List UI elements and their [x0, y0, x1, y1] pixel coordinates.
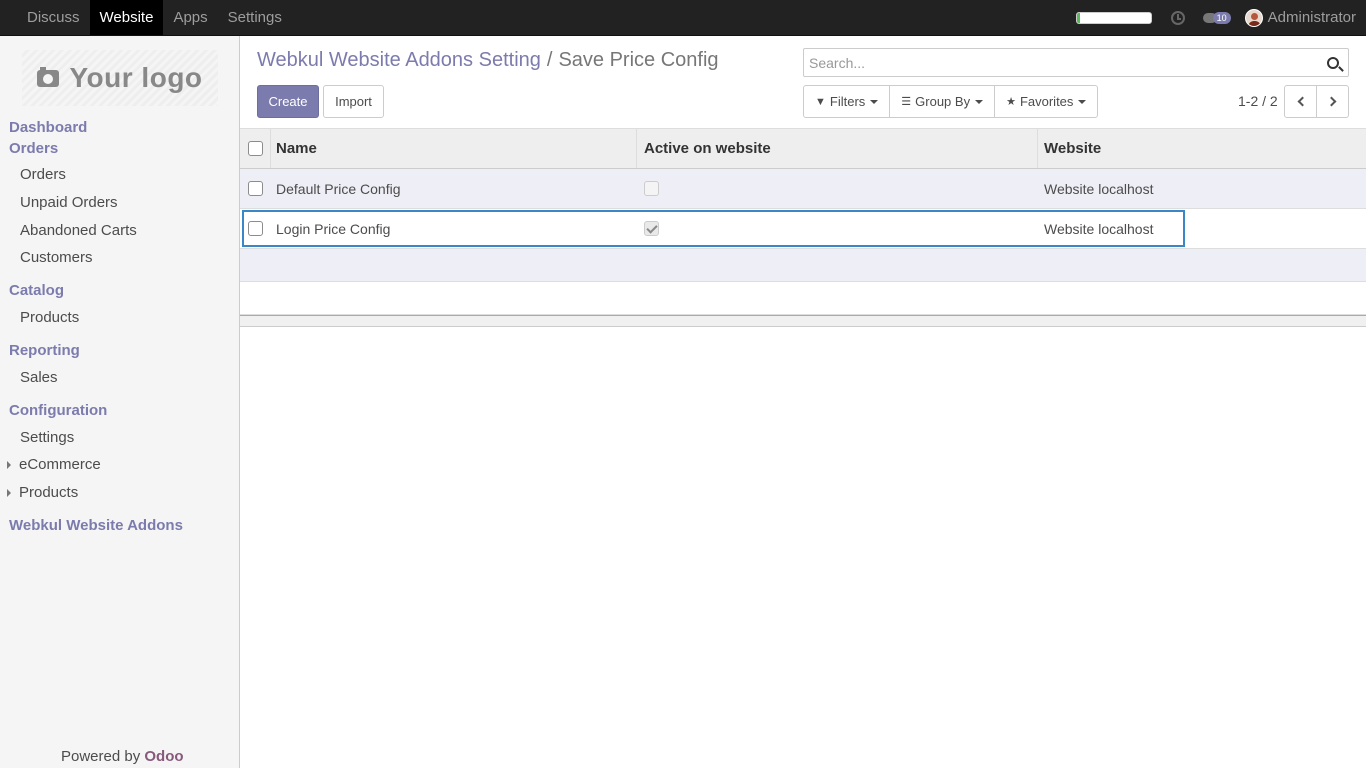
- active-checkbox: [644, 181, 659, 196]
- menu-website[interactable]: Website: [89, 0, 164, 35]
- cell-active: [637, 169, 1038, 208]
- row-select-cell: [240, 169, 271, 208]
- column-header-name[interactable]: Name: [271, 129, 637, 168]
- select-all-cell: [240, 129, 271, 168]
- sidebar-item-settings[interactable]: Settings: [20, 429, 74, 446]
- empty-row: [240, 249, 1366, 282]
- camera-icon: [37, 66, 60, 87]
- create-button[interactable]: Create: [257, 85, 319, 118]
- breadcrumb: Webkul Website Addons Setting / Save Price…: [257, 49, 719, 72]
- avatar[interactable]: [1244, 8, 1263, 27]
- progress-fill: [1076, 12, 1081, 23]
- caret-down-icon: [870, 99, 879, 104]
- row-select-cell: [240, 209, 271, 248]
- pager-previous-button[interactable]: [1284, 85, 1317, 118]
- progress-bar[interactable]: [1075, 11, 1152, 24]
- sidebar: Your logo Dashboard Orders Orders Unpaid…: [0, 36, 240, 768]
- favorites-label: Favorites: [1019, 94, 1074, 109]
- table-row[interactable]: Default Price Config Website localhost: [240, 169, 1366, 209]
- select-all-checkbox[interactable]: [247, 141, 263, 156]
- row-checkbox[interactable]: [248, 181, 263, 196]
- menu-settings[interactable]: Settings: [218, 0, 292, 35]
- cell-website[interactable]: Website localhost: [1038, 169, 1366, 208]
- filters-label: Filters: [829, 94, 866, 109]
- filters-button[interactable]: ▼ Filters: [803, 85, 891, 118]
- top-navbar: Discuss Website Apps Settings 10 Adminis…: [0, 0, 1366, 36]
- sidebar-section-reporting[interactable]: Reporting: [9, 342, 80, 359]
- sidebar-section-webkul-addons[interactable]: Webkul Website Addons: [9, 517, 183, 534]
- sidebar-item-orders[interactable]: Orders: [20, 166, 66, 183]
- expand-ecommerce-icon[interactable]: [7, 461, 11, 469]
- cell-name[interactable]: Login Price Config: [271, 209, 637, 248]
- groupby-button[interactable]: ☰ Group By: [889, 85, 996, 118]
- import-button[interactable]: Import: [323, 85, 384, 118]
- list-icon: ☰: [901, 96, 912, 108]
- breadcrumb-current: Save Price Config: [558, 49, 719, 71]
- sidebar-item-customers[interactable]: Customers: [20, 249, 93, 266]
- menu-apps[interactable]: Apps: [163, 0, 217, 35]
- table-header: Name Active on website Website: [240, 128, 1366, 169]
- cell-website[interactable]: Website localhost: [1038, 209, 1366, 248]
- sidebar-item-unpaid-orders[interactable]: Unpaid Orders: [20, 194, 118, 211]
- chevron-left-icon: [1297, 96, 1307, 107]
- filter-icon: ▼: [815, 95, 826, 108]
- column-header-website[interactable]: Website: [1038, 129, 1366, 168]
- breadcrumb-parent[interactable]: Webkul Website Addons Setting: [257, 49, 541, 71]
- groupby-label: Group By: [915, 94, 971, 109]
- search-options: ▼ Filters ☰ Group By ★ Favorites: [803, 85, 1099, 118]
- star-icon: ★: [1006, 96, 1016, 108]
- messaging-menu[interactable]: 10: [1202, 11, 1231, 24]
- pager-value[interactable]: 1-2 / 2: [1238, 93, 1278, 109]
- sidebar-section-catalog[interactable]: Catalog: [9, 282, 64, 299]
- sidebar-item-ecommerce[interactable]: eCommerce: [19, 456, 101, 473]
- caret-down-icon: [1078, 99, 1087, 104]
- table-row[interactable]: Login Price Config Website localhost: [240, 209, 1366, 249]
- cell-active: [637, 209, 1038, 248]
- sidebar-section-configuration[interactable]: Configuration: [9, 402, 107, 419]
- search-box: [803, 48, 1349, 77]
- sidebar-item-abandoned-carts[interactable]: Abandoned Carts: [20, 222, 137, 239]
- odoo-link[interactable]: Odoo: [144, 748, 183, 765]
- empty-row: [240, 282, 1366, 315]
- search-input[interactable]: [804, 49, 1304, 76]
- systray: 10 Administrator: [1075, 0, 1356, 35]
- activity-clock-icon[interactable]: [1170, 10, 1185, 25]
- chevron-right-icon: [1326, 96, 1336, 107]
- main-menu: Discuss Website Apps Settings: [17, 0, 292, 35]
- list-footer: [240, 315, 1366, 327]
- expand-products-icon[interactable]: [7, 489, 11, 497]
- menu-discuss[interactable]: Discuss: [17, 0, 90, 35]
- list-view: Name Active on website Website Default P…: [240, 128, 1366, 327]
- powered-by-text: Powered by: [61, 748, 141, 765]
- company-logo[interactable]: Your logo: [22, 50, 218, 106]
- row-checkbox[interactable]: [248, 221, 263, 236]
- user-menu[interactable]: Administrator: [1268, 9, 1356, 26]
- cell-name[interactable]: Default Price Config: [271, 169, 637, 208]
- sidebar-item-products[interactable]: Products: [20, 309, 79, 326]
- logo-text: Your logo: [69, 62, 203, 93]
- pager-next-button[interactable]: [1316, 85, 1349, 118]
- search-icon[interactable]: [1327, 57, 1339, 69]
- favorites-button[interactable]: ★ Favorites: [994, 85, 1099, 118]
- message-count-badge: 10: [1212, 11, 1231, 24]
- active-checkbox: [644, 221, 659, 236]
- sidebar-item-sales[interactable]: Sales: [20, 369, 58, 386]
- sidebar-section-orders[interactable]: Orders: [9, 140, 58, 157]
- column-header-active[interactable]: Active on website: [637, 129, 1038, 168]
- breadcrumb-separator: /: [546, 49, 553, 71]
- caret-down-icon: [975, 99, 984, 104]
- sidebar-item-config-products[interactable]: Products: [19, 484, 78, 501]
- powered-by: Powered by Odoo: [61, 748, 184, 765]
- sidebar-section-dashboard[interactable]: Dashboard: [9, 119, 87, 136]
